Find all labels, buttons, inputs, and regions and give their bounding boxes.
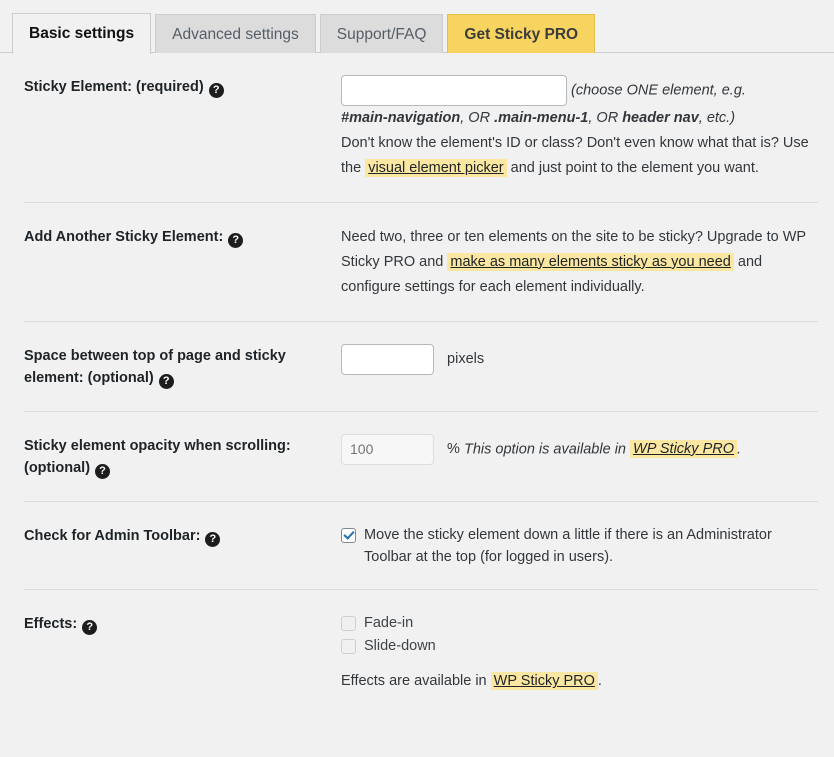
fade-in-checkbox[interactable] bbox=[341, 616, 356, 632]
visual-element-picker-link[interactable]: visual element picker bbox=[365, 158, 507, 177]
sticky-element-field-cell: (choose ONE element, e.g. #main-navigati… bbox=[341, 75, 818, 181]
tab-support-faq[interactable]: Support/FAQ bbox=[319, 14, 444, 53]
admin-toolbar-label: Check for Admin Toolbar: bbox=[24, 527, 201, 544]
help-icon[interactable]: ? bbox=[208, 83, 224, 98]
sticky-element-input[interactable] bbox=[341, 75, 567, 106]
help-icon[interactable]: ? bbox=[205, 531, 221, 547]
setting-row-add-another-sticky-element: Add Another Sticky Element:? Need two, t… bbox=[24, 203, 818, 322]
slide-down-label: Slide-down bbox=[364, 637, 436, 654]
help-icon[interactable]: ? bbox=[82, 620, 98, 636]
tab-basic-settings-label: Basic settings bbox=[29, 25, 135, 42]
space-top-unit-label: pixels bbox=[447, 350, 485, 367]
add-another-label: Add Another Sticky Element: bbox=[24, 228, 224, 245]
sticky-element-description-part2: and just point to the element you want. bbox=[510, 159, 759, 176]
effects-field-cell: Fade-in Slide-down Effects are available… bbox=[341, 612, 818, 694]
make-many-elements-sticky-link[interactable]: make as many elements sticky as you need bbox=[447, 252, 734, 271]
effects-label-cell: Effects:? bbox=[24, 612, 341, 636]
help-icon[interactable]: ? bbox=[158, 374, 174, 390]
wp-sticky-pro-link[interactable]: WP Sticky PRO bbox=[490, 672, 598, 691]
tab-get-sticky-pro[interactable]: Get Sticky PRO bbox=[447, 14, 596, 53]
sticky-element-label-cell: Sticky Element: (required)? bbox=[24, 75, 341, 98]
admin-toolbar-checkbox-row[interactable]: Move the sticky element down a little if… bbox=[341, 524, 818, 569]
add-another-label-cell: Add Another Sticky Element:? bbox=[24, 225, 341, 248]
tab-advanced-settings-label: Advanced settings bbox=[172, 26, 299, 43]
setting-row-effects: Effects:? Fade-in Slide-down Effects are… bbox=[24, 590, 818, 715]
effects-label: Effects: bbox=[24, 616, 78, 633]
settings-form: Sticky Element: (required)? (choose ONE … bbox=[0, 53, 834, 715]
tab-support-faq-label: Support/FAQ bbox=[336, 26, 427, 43]
effect-option-fade-in[interactable]: Fade-in bbox=[341, 612, 818, 634]
space-top-label: Space between top of page and sticky ele… bbox=[24, 347, 286, 387]
sticky-element-label: Sticky Element: (required) bbox=[24, 79, 204, 95]
sticky-element-hint-close: , etc.) bbox=[698, 110, 736, 126]
admin-toolbar-checkbox-label: Move the sticky element down a little if… bbox=[364, 526, 772, 565]
sticky-element-example-tag: header nav bbox=[622, 110, 699, 126]
opacity-field-cell: % This option is available in WP Sticky … bbox=[341, 433, 818, 465]
setting-row-sticky-element: Sticky Element: (required)? (choose ONE … bbox=[24, 53, 818, 203]
tab-basic-settings[interactable]: Basic settings bbox=[12, 13, 152, 54]
sticky-element-example-id: #main-navigation bbox=[341, 110, 461, 126]
wp-sticky-pro-link[interactable]: WP Sticky PRO bbox=[630, 439, 737, 458]
help-icon[interactable]: ? bbox=[228, 232, 244, 248]
effects-pro-note-end: . bbox=[597, 673, 602, 690]
opacity-label-cell: Sticky element opacity when scrolling: (… bbox=[24, 434, 341, 480]
space-top-field-cell: pixels bbox=[341, 343, 818, 375]
opacity-pro-note-end: . bbox=[737, 440, 742, 457]
sticky-element-hint-open: (choose ONE element, e.g. bbox=[571, 82, 746, 99]
tab-advanced-settings[interactable]: Advanced settings bbox=[155, 14, 316, 53]
sticky-element-example-sep-1: , OR bbox=[460, 110, 495, 126]
admin-toolbar-field-cell: Move the sticky element down a little if… bbox=[341, 524, 818, 569]
fade-in-label: Fade-in bbox=[364, 615, 414, 632]
add-another-field-cell: Need two, three or ten elements on the s… bbox=[341, 225, 818, 300]
tab-get-sticky-pro-label: Get Sticky PRO bbox=[464, 26, 579, 43]
opacity-percent-symbol: % bbox=[447, 440, 460, 457]
opacity-input bbox=[341, 433, 434, 465]
sticky-element-example-sep-2: , OR bbox=[588, 110, 623, 126]
opacity-label: Sticky element opacity when scrolling: (… bbox=[24, 437, 291, 477]
settings-tab-bar: Basic settings Advanced settings Support… bbox=[0, 0, 834, 54]
help-icon[interactable]: ? bbox=[95, 464, 111, 480]
effect-option-slide-down[interactable]: Slide-down bbox=[341, 635, 818, 657]
setting-row-opacity: Sticky element opacity when scrolling: (… bbox=[24, 412, 818, 502]
space-top-label-cell: Space between top of page and sticky ele… bbox=[24, 344, 341, 390]
admin-toolbar-checkbox[interactable] bbox=[341, 527, 356, 543]
effects-pro-note-row: Effects are available in WP Sticky PRO. bbox=[341, 669, 818, 694]
space-top-input[interactable] bbox=[341, 343, 434, 375]
setting-row-admin-toolbar: Check for Admin Toolbar:? Move the stick… bbox=[24, 502, 818, 591]
slide-down-checkbox[interactable] bbox=[341, 638, 356, 654]
sticky-element-example-class: .main-menu-1 bbox=[494, 110, 589, 126]
admin-toolbar-label-cell: Check for Admin Toolbar:? bbox=[24, 524, 341, 547]
opacity-pro-note: This option is available in bbox=[463, 440, 626, 457]
effects-pro-note: Effects are available in bbox=[341, 673, 487, 690]
setting-row-space-top: Space between top of page and sticky ele… bbox=[24, 322, 818, 412]
